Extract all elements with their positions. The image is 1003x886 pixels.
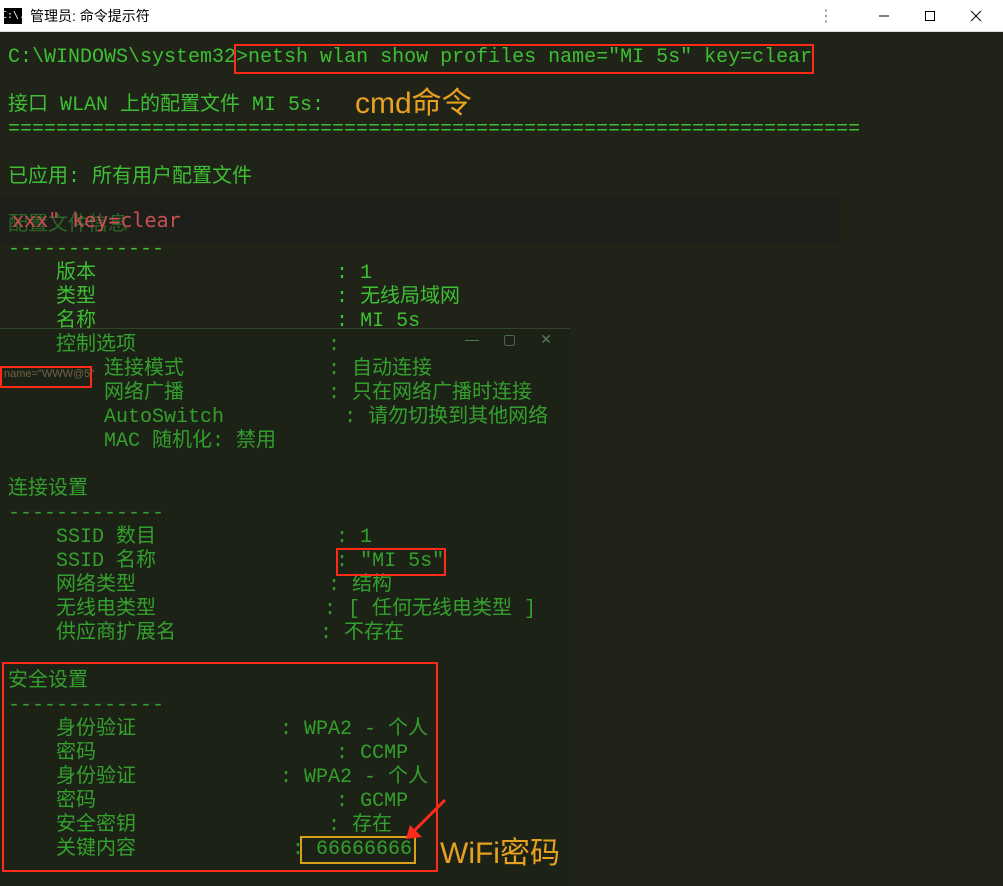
minimize-button[interactable] xyxy=(861,1,907,31)
nested-minimize-icon[interactable]: — xyxy=(465,331,479,347)
close-button[interactable] xyxy=(953,1,999,31)
nested-close-icon[interactable]: ✕ xyxy=(540,331,552,348)
annotation-cmd: cmd命令 xyxy=(355,78,472,122)
cmd-icon: C:\. xyxy=(4,8,22,24)
nested-maximize-icon[interactable]: ▢ xyxy=(503,331,516,348)
nested-window: — ▢ ✕ xyxy=(0,328,570,886)
window-titlebar: C:\. 管理员: 命令提示符 ⋮ xyxy=(0,0,1003,32)
bg-code-band: xxx" key=clear xyxy=(0,198,840,244)
name-hint-text: name="WWW@5" xyxy=(4,368,94,380)
annotation-wifi: WiFi密码 xyxy=(440,828,560,872)
f-version-v: 1 xyxy=(360,262,372,285)
command-text: netsh wlan show profiles name="MI 5s" ke… xyxy=(248,46,812,69)
window-title: 管理员: 命令提示符 xyxy=(30,6,811,26)
applied-label: 已应用: 所有用户配置文件 xyxy=(8,166,252,189)
nested-titlebar: — ▢ ✕ xyxy=(0,329,570,349)
prompt-path: C:\WINDOWS\system32> xyxy=(8,46,248,69)
kebab-menu-icon[interactable]: ⋮ xyxy=(811,6,841,26)
f-type-l: 类型 xyxy=(8,286,96,309)
f-version-l: 版本 xyxy=(8,262,96,285)
bg-band-text: xxx" key=clear xyxy=(12,208,181,232)
maximize-button[interactable] xyxy=(907,1,953,31)
f-type-v: 无线局域网 xyxy=(360,286,460,309)
interface-header: 接口 WLAN 上的配置文件 MI 5s: xyxy=(8,94,324,117)
